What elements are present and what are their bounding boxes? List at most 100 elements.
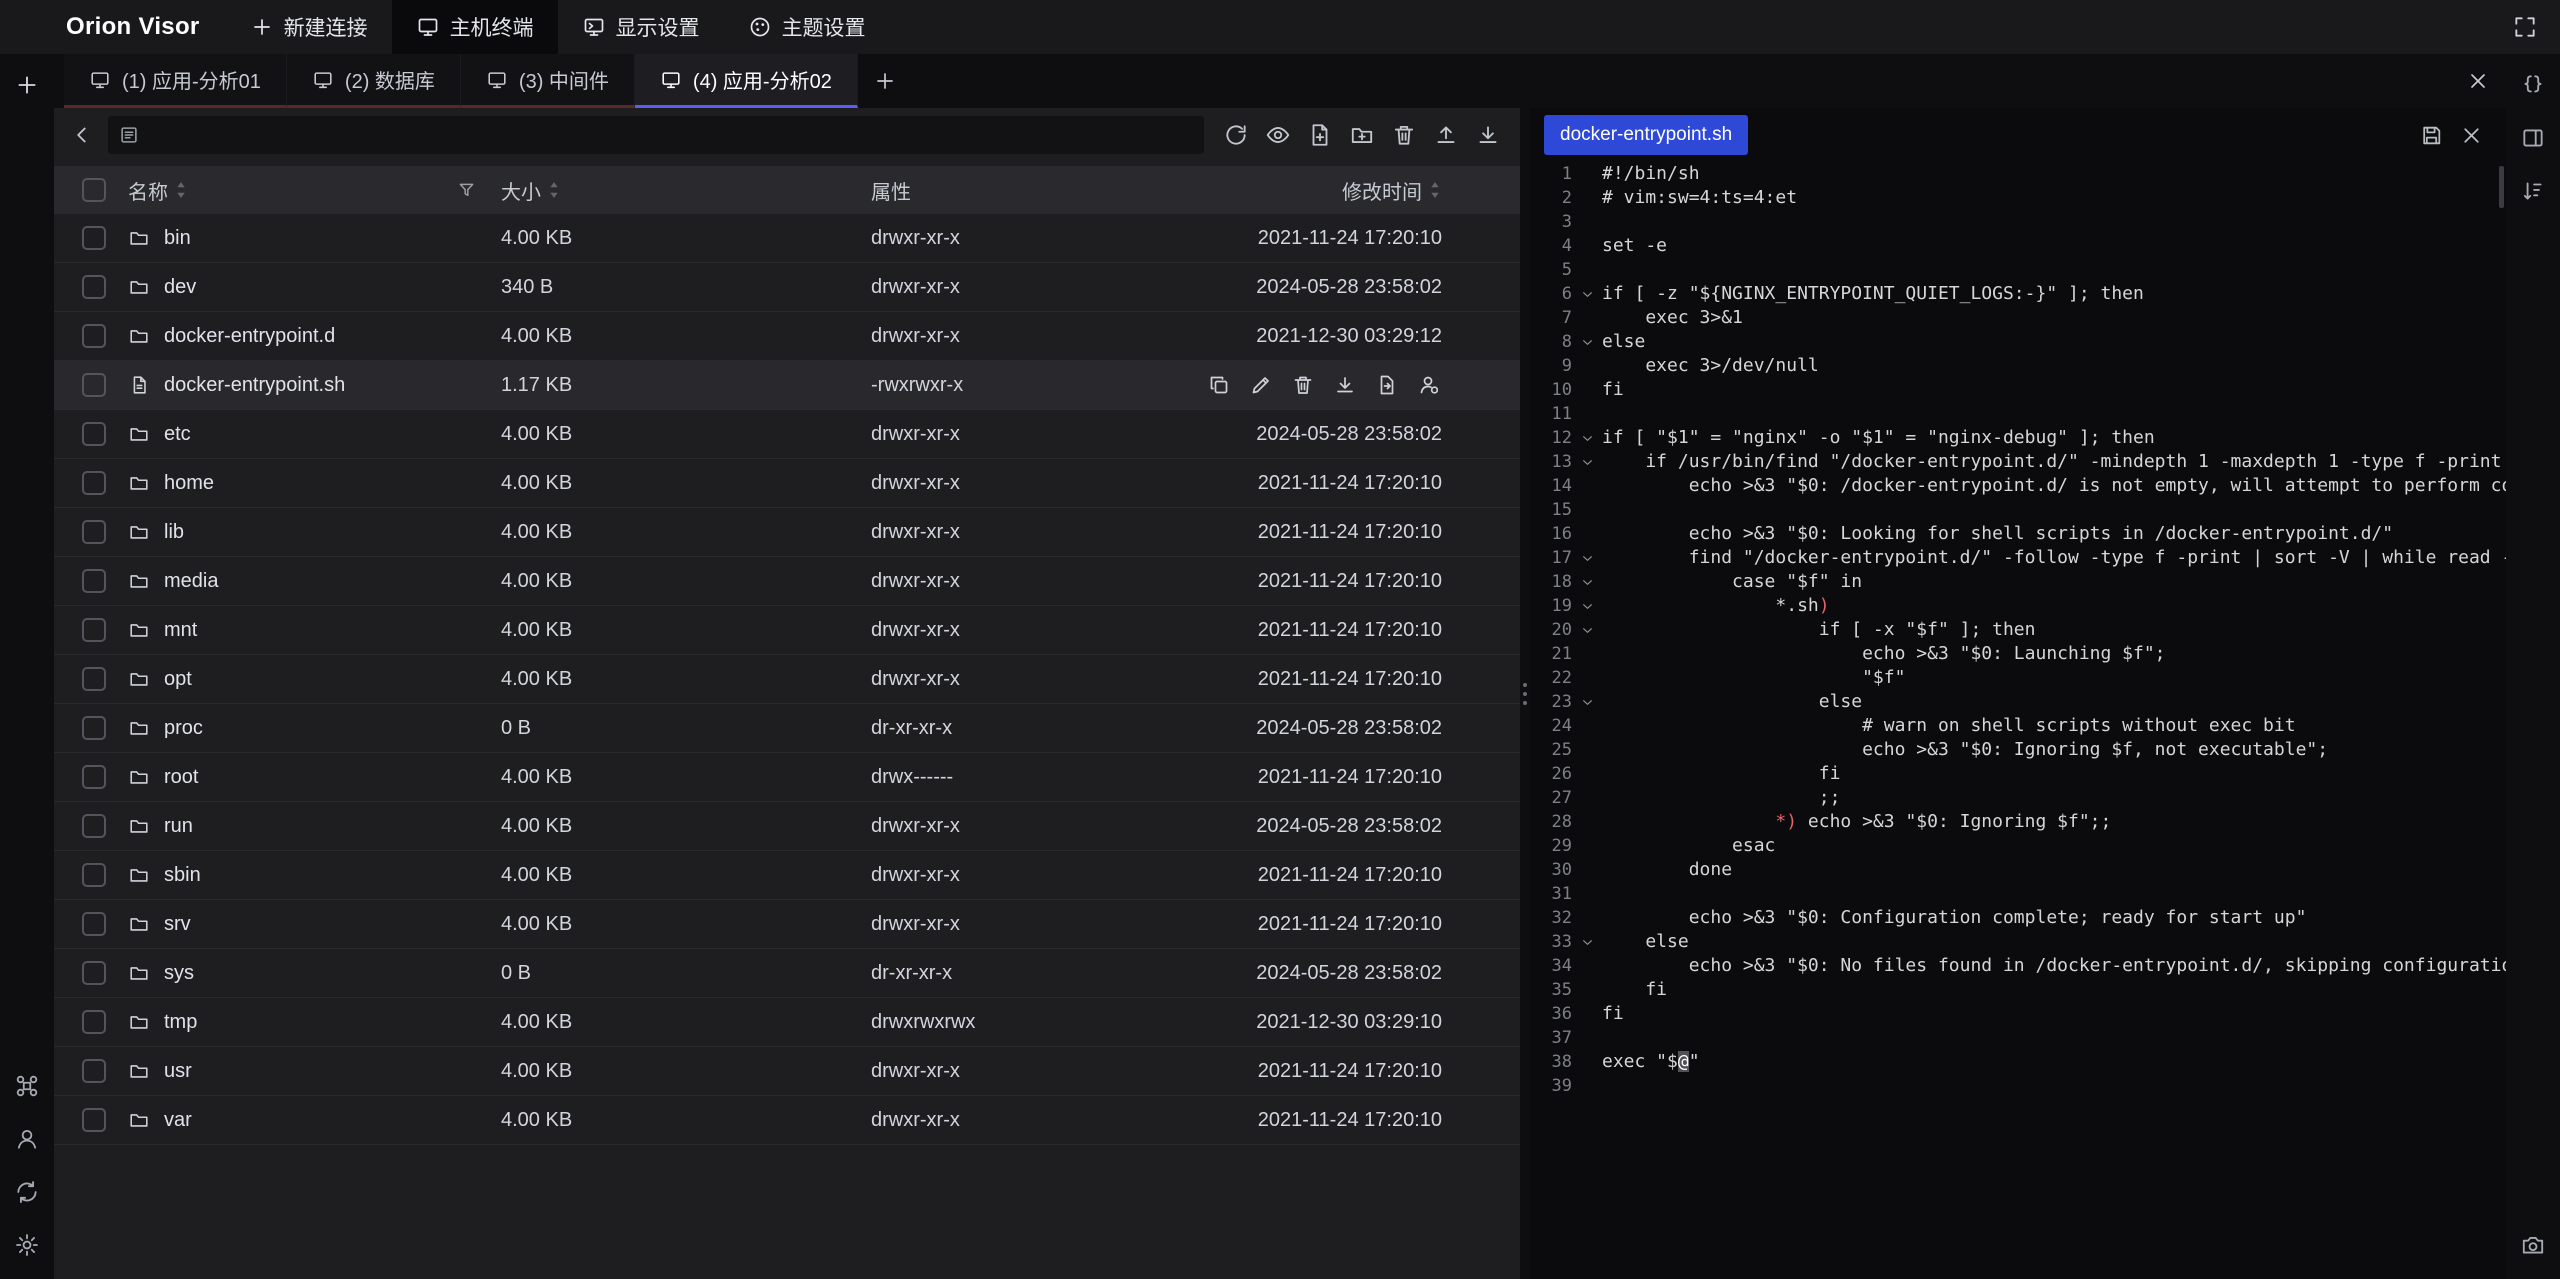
session-tab[interactable]: (3) 中间件 bbox=[461, 54, 635, 108]
close-button[interactable] bbox=[2454, 118, 2488, 152]
preview-button[interactable] bbox=[1258, 115, 1298, 155]
refresh-button[interactable] bbox=[1216, 115, 1256, 155]
panel-resize-handle[interactable] bbox=[1523, 683, 1527, 705]
session-tab[interactable]: (2) 数据库 bbox=[287, 54, 461, 108]
permission-button[interactable] bbox=[1416, 372, 1442, 398]
select-all-checkbox[interactable] bbox=[82, 178, 106, 202]
upload-button[interactable] bbox=[1426, 115, 1466, 155]
column-header-mtime[interactable]: 修改时间 bbox=[1342, 176, 1422, 205]
row-checkbox[interactable] bbox=[82, 716, 106, 740]
top-menu-item[interactable]: 新建连接 bbox=[226, 0, 392, 54]
table-row[interactable]: bin4.00 KBdrwxr-xr-x2021-11-24 17:20:10 bbox=[54, 214, 1520, 263]
sync-button[interactable] bbox=[9, 1174, 45, 1210]
row-checkbox-cell bbox=[54, 961, 128, 985]
row-checkbox[interactable] bbox=[82, 863, 106, 887]
close-all-tabs-button[interactable] bbox=[2450, 54, 2506, 108]
panel-button[interactable] bbox=[2515, 120, 2551, 156]
fold-toggle[interactable] bbox=[1579, 286, 1596, 303]
table-row[interactable]: media4.00 KBdrwxr-xr-x2021-11-24 17:20:1… bbox=[54, 557, 1520, 606]
save-button[interactable] bbox=[2414, 118, 2448, 152]
row-checkbox[interactable] bbox=[82, 471, 106, 495]
editor-file-tab[interactable]: docker-entrypoint.sh bbox=[1544, 115, 1748, 155]
row-checkbox[interactable] bbox=[82, 961, 106, 985]
user-button[interactable] bbox=[9, 1121, 45, 1157]
fold-toggle[interactable] bbox=[1579, 934, 1596, 951]
table-row[interactable]: proc0 Bdr-xr-xr-x2024-05-28 23:58:02 bbox=[54, 704, 1520, 753]
table-row[interactable]: root4.00 KBdrwx------2021-11-24 17:20:10 bbox=[54, 753, 1520, 802]
fold-toggle[interactable] bbox=[1579, 598, 1596, 615]
sort-carets-icon[interactable] bbox=[174, 181, 188, 199]
session-tab[interactable]: (4) 应用-分析02 bbox=[635, 54, 858, 108]
sort-lines-button[interactable] bbox=[2515, 173, 2551, 209]
column-header-attr[interactable]: 属性 bbox=[871, 176, 911, 205]
top-menu-item[interactable]: 显示设置 bbox=[558, 0, 724, 54]
table-row[interactable]: tmp4.00 KBdrwxrwxrwx2021-12-30 03:29:10 bbox=[54, 998, 1520, 1047]
fold-toggle[interactable] bbox=[1579, 430, 1596, 447]
table-row[interactable]: srv4.00 KBdrwxr-xr-x2021-11-24 17:20:10 bbox=[54, 900, 1520, 949]
top-menu-item[interactable]: 主题设置 bbox=[724, 0, 890, 54]
table-row[interactable]: etc4.00 KBdrwxr-xr-x2024-05-28 23:58:02 bbox=[54, 410, 1520, 459]
table-row[interactable]: dev340 Bdrwxr-xr-x2024-05-28 23:58:02 bbox=[54, 263, 1520, 312]
fold-toggle[interactable] bbox=[1579, 574, 1596, 591]
session-tab[interactable]: (1) 应用-分析01 bbox=[64, 54, 287, 108]
fold-toggle[interactable] bbox=[1579, 694, 1596, 711]
new-file-button[interactable] bbox=[1300, 115, 1340, 155]
sort-carets-icon[interactable] bbox=[1428, 181, 1442, 199]
path-input[interactable] bbox=[108, 116, 1204, 154]
plus-button[interactable] bbox=[9, 67, 45, 103]
delete-button[interactable] bbox=[1384, 115, 1424, 155]
row-checkbox[interactable] bbox=[82, 324, 106, 348]
copy-button[interactable] bbox=[1206, 372, 1232, 398]
sort-carets-icon[interactable] bbox=[547, 181, 561, 199]
row-checkbox[interactable] bbox=[82, 814, 106, 838]
column-header-size[interactable]: 大小 bbox=[501, 176, 541, 205]
table-row[interactable]: lib4.00 KBdrwxr-xr-x2021-11-24 17:20:10 bbox=[54, 508, 1520, 557]
row-checkbox[interactable] bbox=[82, 373, 106, 397]
row-checkbox[interactable] bbox=[82, 1059, 106, 1083]
row-checkbox[interactable] bbox=[82, 765, 106, 789]
row-checkbox[interactable] bbox=[82, 1108, 106, 1132]
filter-icon[interactable] bbox=[456, 180, 477, 201]
table-row[interactable]: opt4.00 KBdrwxr-xr-x2021-11-24 17:20:10 bbox=[54, 655, 1520, 704]
new-session-tab-button[interactable] bbox=[858, 54, 912, 108]
row-checkbox[interactable] bbox=[82, 1010, 106, 1034]
row-checkbox[interactable] bbox=[82, 618, 106, 642]
table-row[interactable]: docker-entrypoint.d4.00 KBdrwxr-xr-x2021… bbox=[54, 312, 1520, 361]
code-editor[interactable]: 1#!/bin/sh2# vim:sw=4:ts=4:et34set -e56i… bbox=[1530, 162, 2506, 1279]
editor-scrollbar[interactable] bbox=[2499, 166, 2504, 208]
fold-toggle[interactable] bbox=[1579, 622, 1596, 639]
download-button[interactable] bbox=[1332, 372, 1358, 398]
fold-toggle[interactable] bbox=[1579, 550, 1596, 567]
fullscreen-button[interactable] bbox=[2490, 0, 2560, 54]
top-menu-item[interactable]: 主机终端 bbox=[392, 0, 558, 54]
table-row[interactable]: sbin4.00 KBdrwxr-xr-x2021-11-24 17:20:10 bbox=[54, 851, 1520, 900]
row-checkbox[interactable] bbox=[82, 422, 106, 446]
table-row[interactable]: run4.00 KBdrwxr-xr-x2024-05-28 23:58:02 bbox=[54, 802, 1520, 851]
duplicate-button[interactable] bbox=[1374, 372, 1400, 398]
camera-button[interactable] bbox=[2515, 1227, 2551, 1263]
table-row[interactable]: docker-entrypoint.sh1.17 KB-rwxrwxr-x bbox=[54, 361, 1520, 410]
edit-button[interactable] bbox=[1248, 372, 1274, 398]
settings-button[interactable] bbox=[9, 1227, 45, 1263]
download-button[interactable] bbox=[1468, 115, 1508, 155]
braces-button[interactable] bbox=[2515, 67, 2551, 103]
table-row[interactable]: home4.00 KBdrwxr-xr-x2021-11-24 17:20:10 bbox=[54, 459, 1520, 508]
new-folder-button[interactable] bbox=[1342, 115, 1382, 155]
delete-button[interactable] bbox=[1290, 372, 1316, 398]
table-row[interactable]: var4.00 KBdrwxr-xr-x2021-11-24 17:20:10 bbox=[54, 1096, 1520, 1145]
command-button[interactable] bbox=[9, 1068, 45, 1104]
row-checkbox[interactable] bbox=[82, 275, 106, 299]
back-button[interactable] bbox=[62, 115, 102, 155]
table-row[interactable]: sys0 Bdr-xr-xr-x2024-05-28 23:58:02 bbox=[54, 949, 1520, 998]
row-checkbox[interactable] bbox=[82, 226, 106, 250]
row-checkbox[interactable] bbox=[82, 569, 106, 593]
table-row[interactable]: mnt4.00 KBdrwxr-xr-x2021-11-24 17:20:10 bbox=[54, 606, 1520, 655]
column-header-name[interactable]: 名称 bbox=[128, 176, 168, 205]
file-attr-cell: drwxr-xr-x bbox=[871, 325, 1211, 348]
table-row[interactable]: usr4.00 KBdrwxr-xr-x2021-11-24 17:20:10 bbox=[54, 1047, 1520, 1096]
row-checkbox[interactable] bbox=[82, 520, 106, 544]
row-checkbox[interactable] bbox=[82, 912, 106, 936]
fold-toggle[interactable] bbox=[1579, 334, 1596, 351]
row-checkbox[interactable] bbox=[82, 667, 106, 691]
fold-toggle[interactable] bbox=[1579, 454, 1596, 471]
